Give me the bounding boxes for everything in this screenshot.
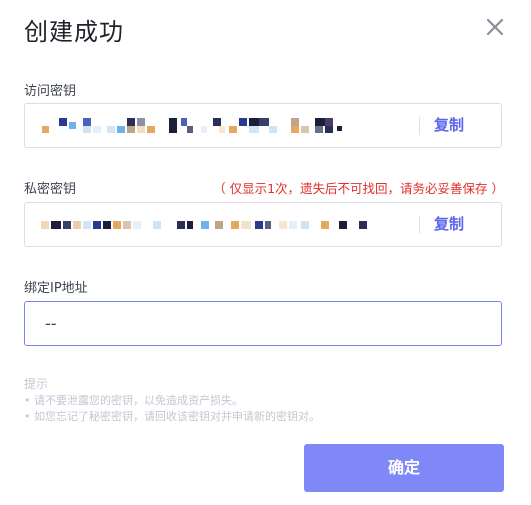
copy-secret-key-button[interactable]: 复制 xyxy=(434,203,494,246)
bound-ip-value: -- xyxy=(45,314,57,333)
bound-ip-label: 绑定IP地址 xyxy=(24,281,88,296)
secret-key-label: 私密密钥 xyxy=(24,182,77,197)
bound-ip-field[interactable]: -- xyxy=(24,301,502,346)
close-icon[interactable] xyxy=(482,14,508,40)
access-key-label: 访问密钥 xyxy=(24,84,77,99)
tip-item: • 请不要泄露您的密钥，以免造成资产损失。 xyxy=(24,394,243,407)
access-key-field: 复制 xyxy=(24,103,502,148)
secret-key-field: 复制 xyxy=(24,202,502,247)
tip-item: • 如您忘记了秘密密钥，请回收该密钥对并申请新的密钥对。 xyxy=(24,410,320,423)
copy-divider xyxy=(419,117,420,135)
secret-key-masked-value xyxy=(41,203,413,246)
access-key-masked-value xyxy=(41,104,413,147)
copy-access-key-button[interactable]: 复制 xyxy=(434,104,494,147)
dialog-title: 创建成功 xyxy=(24,18,124,46)
secret-key-warning: （ 仅显示1次，遗失后不可找回，请务必妥善保存 ） xyxy=(213,181,504,196)
copy-divider xyxy=(419,216,420,234)
tips-title: 提示 xyxy=(24,377,49,391)
confirm-button[interactable]: 确定 xyxy=(304,444,504,492)
